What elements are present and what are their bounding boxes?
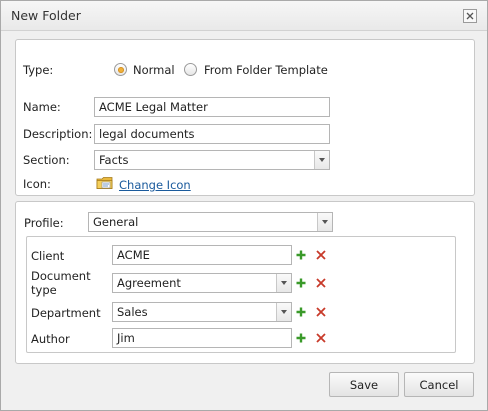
profile-fields-box: Client ACME Document type Agreement Depa… <box>26 236 456 353</box>
dialog-title: New Folder <box>11 8 81 23</box>
add-icon[interactable] <box>295 277 307 289</box>
add-icon[interactable] <box>295 306 307 318</box>
document-type-label: Document type <box>31 269 91 297</box>
description-field[interactable]: legal documents <box>94 124 330 144</box>
folder-icon <box>96 177 113 189</box>
cancel-button[interactable]: Cancel <box>404 372 474 397</box>
save-button[interactable]: Save <box>329 372 399 397</box>
department-value: Sales <box>117 305 148 319</box>
profile-value: General <box>93 215 139 229</box>
radio-from-folder-template[interactable] <box>184 63 197 76</box>
icon-label: Icon: <box>23 177 51 191</box>
close-button[interactable] <box>463 9 477 23</box>
description-label: Description: <box>23 127 93 141</box>
author-label: Author <box>31 332 70 346</box>
section-select[interactable]: Facts <box>94 150 330 170</box>
name-label: Name: <box>23 100 61 114</box>
remove-icon[interactable] <box>315 332 327 344</box>
remove-icon[interactable] <box>315 277 327 289</box>
document-type-value: Agreement <box>117 276 181 290</box>
chevron-down-icon[interactable] <box>276 303 291 321</box>
profile-label: Profile: <box>24 216 64 230</box>
folder-properties-panel: Type: Normal From Folder Template Name: … <box>15 39 475 196</box>
remove-icon[interactable] <box>315 249 327 261</box>
radio-normal-label[interactable]: Normal <box>133 63 175 77</box>
radio-from-folder-template-label[interactable]: From Folder Template <box>204 63 328 77</box>
title-bar[interactable]: New Folder <box>1 1 487 31</box>
profile-panel: Profile: General Client ACME Document ty… <box>15 201 475 364</box>
chevron-down-icon[interactable] <box>314 151 329 169</box>
profile-select[interactable]: General <box>88 212 333 232</box>
remove-icon[interactable] <box>315 306 327 318</box>
section-value: Facts <box>99 153 129 167</box>
type-label: Type: <box>23 63 54 77</box>
department-label: Department <box>31 306 101 320</box>
section-label: Section: <box>23 153 70 167</box>
chevron-down-icon[interactable] <box>276 274 291 292</box>
change-icon-link[interactable]: Change Icon <box>119 178 191 192</box>
chevron-down-icon[interactable] <box>317 213 332 231</box>
radio-normal[interactable] <box>114 63 127 76</box>
document-type-select[interactable]: Agreement <box>112 273 292 293</box>
department-select[interactable]: Sales <box>112 302 292 322</box>
client-field[interactable]: ACME <box>112 245 292 265</box>
add-icon[interactable] <box>295 332 307 344</box>
new-folder-dialog: New Folder Type: Normal From Folder Temp… <box>0 0 488 411</box>
name-field[interactable]: ACME Legal Matter <box>94 97 330 117</box>
client-label: Client <box>31 249 65 263</box>
add-icon[interactable] <box>295 249 307 261</box>
close-icon <box>466 12 474 20</box>
author-field[interactable]: Jim <box>112 328 292 348</box>
